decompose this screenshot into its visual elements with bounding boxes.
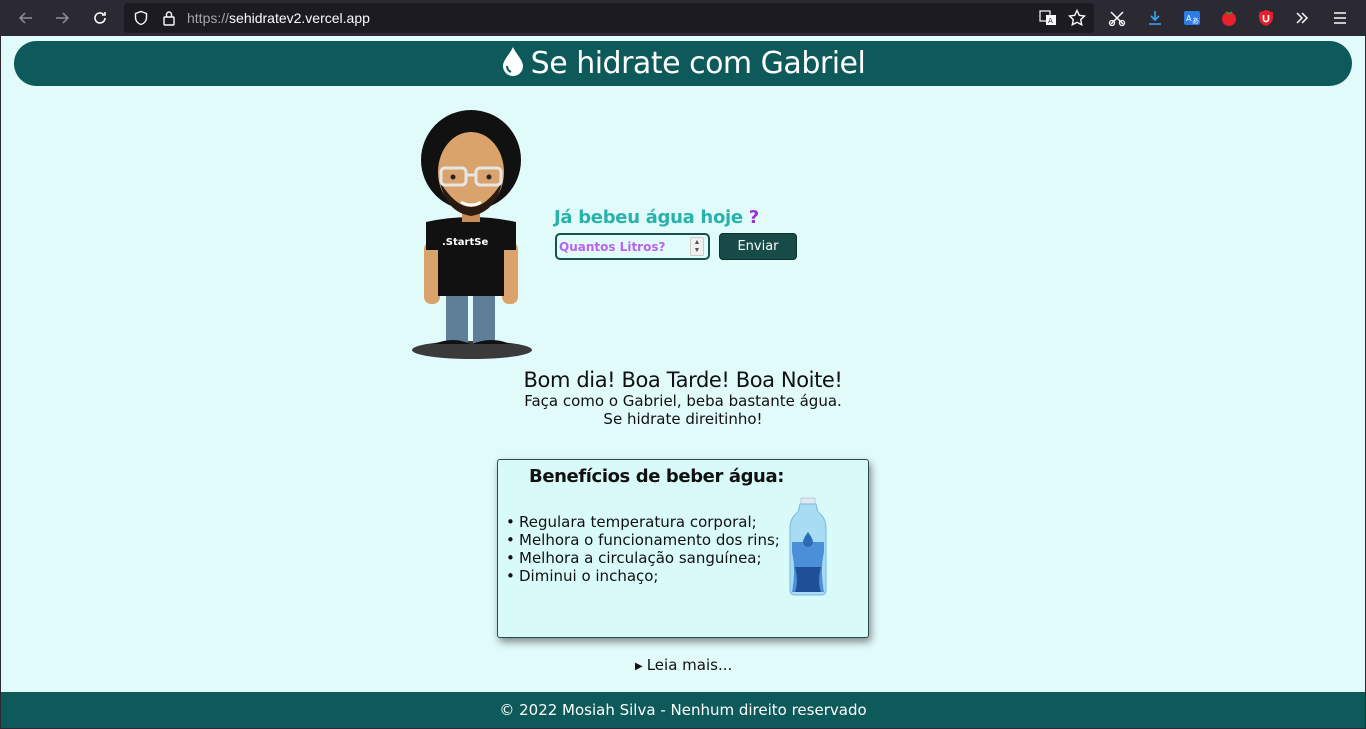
water-question: Já bebeu água hoje ?: [554, 207, 759, 228]
url-text[interactable]: https://sehidratev2.vercel.app: [187, 10, 370, 26]
url-protocol: https://: [187, 10, 230, 26]
bookmark-star-icon[interactable]: [1063, 4, 1091, 32]
benefit-text: Melhora a circulação sanguínea;: [519, 549, 762, 567]
spinner-up-icon[interactable]: ▲: [694, 239, 701, 247]
benefit-text: Diminui o inchaço;: [519, 567, 659, 585]
page-title: Se hidrate com Gabriel: [530, 46, 866, 81]
lock-icon[interactable]: [155, 4, 183, 32]
shirt-text: .StartSe: [442, 237, 488, 248]
greeting-section: Bom dia! Boa Tarde! Boa Noite! Faça como…: [1, 368, 1365, 428]
greeting-line-1: Faça como o Gabriel, beba bastante água.: [524, 392, 842, 410]
back-icon[interactable]: [12, 4, 40, 32]
greeting-title: Bom dia! Boa Tarde! Boa Noite!: [523, 368, 843, 392]
page-content: Se hidrate com Gabriel .StartSe Já bebeu…: [1, 36, 1365, 728]
read-more-toggle[interactable]: ▶ Leia mais...: [635, 656, 732, 674]
forward-icon[interactable]: [48, 4, 76, 32]
water-drop-icon: [501, 46, 525, 81]
read-more-label[interactable]: Leia mais...: [647, 656, 733, 674]
download-icon[interactable]: [1141, 4, 1169, 32]
list-item: • Melhora a circulação sanguínea;: [506, 549, 780, 567]
bullet-icon: •: [506, 549, 515, 567]
spinner-down-icon[interactable]: ▼: [694, 247, 701, 255]
url-host: sehidratev2.vercel.app: [229, 10, 370, 26]
screenshot-icon[interactable]: [1103, 4, 1131, 32]
reload-icon[interactable]: [86, 4, 114, 32]
benefit-text: Regulara temperatura corporal;: [519, 513, 757, 531]
water-bottle-icon: [789, 497, 827, 596]
submit-button[interactable]: Enviar: [719, 233, 797, 260]
benefit-text: Melhora o funcionamento dos rins;: [519, 531, 780, 549]
number-spinner[interactable]: ▲ ▼: [690, 237, 704, 256]
benefits-list: • Regulara temperatura corporal; • Melhora…: [506, 513, 780, 585]
benefits-title: Benefícios de beber água:: [529, 466, 785, 487]
browser-toolbar: https://sehidratev2.vercel.app A Aあ: [0, 0, 1366, 36]
question-text: Já bebeu água hoje: [554, 207, 743, 228]
benefits-card: Benefícios de beber água: • Regulara temp…: [497, 459, 869, 638]
svg-text:A: A: [1048, 17, 1053, 25]
translate-icon[interactable]: A: [1034, 4, 1062, 32]
page-header: Se hidrate com Gabriel: [14, 41, 1352, 86]
shirt-logo: .StartSe: [442, 237, 488, 248]
avatar-illustration: .StartSe: [412, 110, 532, 359]
disclosure-triangle-icon[interactable]: ▶: [635, 661, 643, 672]
tomato-extension-icon[interactable]: [1215, 4, 1243, 32]
ublock-extension-icon[interactable]: [1252, 4, 1280, 32]
bullet-icon: •: [506, 513, 515, 531]
list-item: • Diminui o inchaço;: [506, 567, 780, 585]
bullet-icon: •: [506, 567, 515, 585]
shield-icon[interactable]: [127, 4, 155, 32]
footer-text: © 2022 Mosiah Silva - Nenhum direito res…: [499, 701, 867, 719]
svg-text:あ: あ: [1192, 17, 1199, 25]
hamburger-menu-icon[interactable]: [1326, 4, 1354, 32]
list-item: • Melhora o funcionamento dos rins;: [506, 531, 780, 549]
liters-input[interactable]: [555, 233, 710, 260]
greeting-line-2: Se hidrate direitinho!: [603, 410, 763, 428]
url-bar[interactable]: https://sehidratev2.vercel.app A: [124, 3, 1094, 33]
question-mark: ?: [748, 207, 759, 228]
overflow-chevrons-icon[interactable]: [1288, 4, 1316, 32]
page-footer: © 2022 Mosiah Silva - Nenhum direito res…: [1, 692, 1365, 728]
bullet-icon: •: [506, 531, 515, 549]
list-item: • Regulara temperatura corporal;: [506, 513, 780, 531]
translate-extension-icon[interactable]: Aあ: [1178, 4, 1206, 32]
